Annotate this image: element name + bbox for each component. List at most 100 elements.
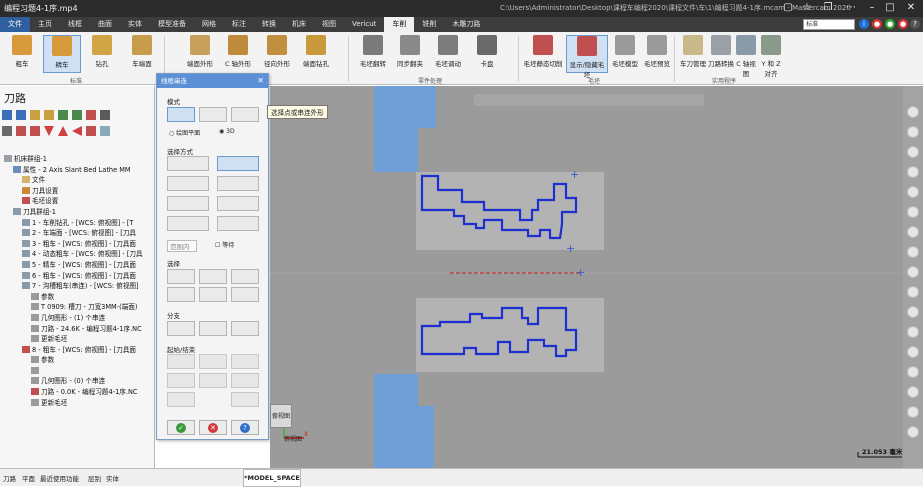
wait-checkbox[interactable]: ☐ 等待 — [215, 240, 234, 249]
tree-row[interactable]: 1 - 车削钻孔 - [WCS: 俯视图] - [T — [4, 218, 154, 229]
end-back-button[interactable] — [231, 373, 259, 388]
tab-file[interactable]: 文件 — [0, 17, 30, 32]
mode-solid-button[interactable] — [199, 107, 227, 122]
tab-milling[interactable]: 铣削 — [414, 17, 444, 32]
tree-row[interactable]: 刀具设置 — [4, 186, 154, 197]
tree-row[interactable]: 3 - 粗车 - [WCS: 俯视图] - [刀具面 — [4, 239, 154, 250]
radio-3d[interactable]: ◉ 3D — [219, 128, 235, 135]
tree-row[interactable]: 更新毛坯 — [4, 334, 154, 345]
view-selector[interactable]: 标准 — [803, 19, 855, 30]
help-panel-icon[interactable] — [100, 126, 110, 136]
top-view-icon[interactable] — [907, 226, 919, 238]
toolpath-transform-button[interactable]: 刀路转换 — [706, 35, 736, 73]
move-down-icon[interactable] — [44, 126, 54, 136]
maximize-icon[interactable]: □ — [884, 2, 896, 14]
tree-row[interactable]: 几何图形 - (1) 个串连 — [4, 313, 154, 324]
scroll-to-insert-icon[interactable] — [86, 126, 96, 136]
tree-row[interactable]: 刀路 - 24.6K - 编程习题4-1序.NC — [4, 324, 154, 335]
more-icon[interactable]: ⋯ — [845, 2, 857, 14]
end-last-button[interactable] — [231, 392, 259, 407]
green-status-icon[interactable]: ● — [885, 19, 895, 29]
tree-row[interactable]: 2 - 车端面 - [WCS: 俯视图] - [刀具 — [4, 228, 154, 239]
tab-vericut[interactable]: Vericut — [344, 17, 384, 32]
tab-dimension[interactable]: 标注 — [224, 17, 254, 32]
dialog-close-icon[interactable]: ✕ — [257, 74, 264, 88]
insert-arrow-icon[interactable] — [72, 126, 82, 136]
tree-row[interactable]: 更新毛坯 — [4, 398, 154, 409]
info-icon[interactable]: i — [859, 19, 869, 29]
window-button[interactable] — [167, 176, 209, 191]
end-reverse-button[interactable] — [199, 373, 227, 388]
tree-row[interactable]: 刀路 - 0.0K - 编程习题4-1序.NC — [4, 387, 154, 398]
bottom-tab-solids[interactable]: 实体 — [106, 473, 119, 483]
zoom-out-icon[interactable] — [907, 166, 919, 178]
camera-icon[interactable]: ▢ — [782, 2, 794, 14]
vector-button[interactable] — [167, 216, 209, 231]
close-icon[interactable]: ✕ — [905, 2, 917, 14]
pan-icon[interactable] — [907, 186, 919, 198]
zoom-fit-icon[interactable] — [907, 106, 919, 118]
start-move-button[interactable] — [167, 373, 195, 388]
tree-row[interactable]: 8 - 粗车 - [WCS: 俯视图] - [刀具面 — [4, 345, 154, 356]
regen-icon[interactable] — [30, 110, 40, 120]
face-button[interactable]: 车端面 — [124, 35, 160, 73]
tree-row[interactable]: 机床群组-1 — [4, 154, 154, 165]
tab-model-prep[interactable]: 模型准备 — [150, 17, 194, 32]
cancel-button[interactable]: ✕ — [199, 420, 227, 435]
radio-plane[interactable]: ○ 绘图平面 — [169, 128, 200, 137]
tree-row[interactable]: 参数 — [4, 292, 154, 303]
minimize-icon[interactable]: – — [866, 2, 878, 14]
tab-home[interactable]: 主页 — [30, 17, 60, 32]
stock-flip-button[interactable]: 毛坯翻转 — [356, 35, 390, 73]
rotate-icon[interactable] — [907, 206, 919, 218]
options-button[interactable] — [199, 287, 227, 302]
tab-wireframe[interactable]: 线框 — [60, 17, 90, 32]
sync-button[interactable] — [231, 287, 259, 302]
analyze-icon[interactable] — [907, 366, 919, 378]
delete-icon[interactable] — [907, 386, 919, 398]
bottom-tab-toolpaths[interactable]: 刀路 — [3, 473, 16, 483]
wireframe-icon[interactable] — [907, 326, 919, 338]
tree-row[interactable]: 5 - 精车 - [WCS: 俯视图] - [刀具面 — [4, 260, 154, 271]
model-space-tab[interactable]: *MODEL_SPACE — [243, 469, 301, 487]
toggle-display-icon[interactable] — [16, 126, 26, 136]
red-status-icon[interactable]: ● — [872, 19, 882, 29]
sync-flip-button[interactable]: 同步翻夹 — [392, 35, 428, 73]
tree-row[interactable]: 几何图形 - (0) 个串连 — [4, 376, 154, 387]
drill-button[interactable]: 钻孔 — [85, 35, 119, 73]
branch-step-button[interactable] — [199, 321, 227, 336]
tab-mesh[interactable]: 网格 — [194, 17, 224, 32]
alert-icon[interactable]: ● — [898, 19, 908, 29]
unselect-button[interactable] — [231, 269, 259, 284]
tree-row[interactable]: 毛坯设置 — [4, 196, 154, 207]
toggle-stock-button[interactable]: 显示/隐藏毛坯 — [566, 35, 608, 79]
tab-solids[interactable]: 实体 — [120, 17, 150, 32]
partial-button[interactable] — [217, 216, 259, 231]
stock-preview-button[interactable]: 毛坯预览 — [642, 35, 672, 73]
backplot-icon[interactable] — [58, 110, 68, 120]
start-back-button[interactable] — [167, 354, 195, 369]
stock-advance-button[interactable]: 毛坯调动 — [430, 35, 466, 73]
tab-view[interactable]: 视图 — [314, 17, 344, 32]
area-button[interactable] — [217, 196, 259, 211]
graphics-viewport[interactable]: + + + 俯视图 俯视图 Y X 21.053 毫米 — [270, 86, 903, 468]
bottom-tab-recent[interactable]: 最近使用功能 — [40, 473, 79, 483]
toggle-post-icon[interactable] — [30, 126, 40, 136]
chuck-button[interactable]: 卡盘 — [470, 35, 504, 73]
highfeed-icon[interactable] — [100, 110, 110, 120]
end-forward-button[interactable] — [231, 354, 259, 369]
bottom-tab-planes[interactable]: 平面 — [22, 473, 35, 483]
help-button[interactable]: ? — [231, 420, 259, 435]
zoom-window-icon[interactable] — [907, 126, 919, 138]
select-end-button[interactable] — [199, 269, 227, 284]
face-contour-button[interactable]: 端面外形 — [182, 35, 218, 73]
branch-right-button[interactable] — [231, 321, 259, 336]
redo-icon[interactable] — [907, 426, 919, 438]
polygon-button[interactable] — [217, 176, 259, 191]
tree-row[interactable]: 6 - 粗车 - [WCS: 俯视图] - [刀具面 — [4, 271, 154, 282]
undo-icon[interactable] — [907, 406, 919, 418]
mode-settings-button[interactable] — [231, 107, 259, 122]
tree-row[interactable]: 属性 - 2 Axis Slant Bed Lathe MM — [4, 165, 154, 176]
shade-icon[interactable] — [907, 306, 919, 318]
tree-row[interactable]: 文件 — [4, 175, 154, 186]
